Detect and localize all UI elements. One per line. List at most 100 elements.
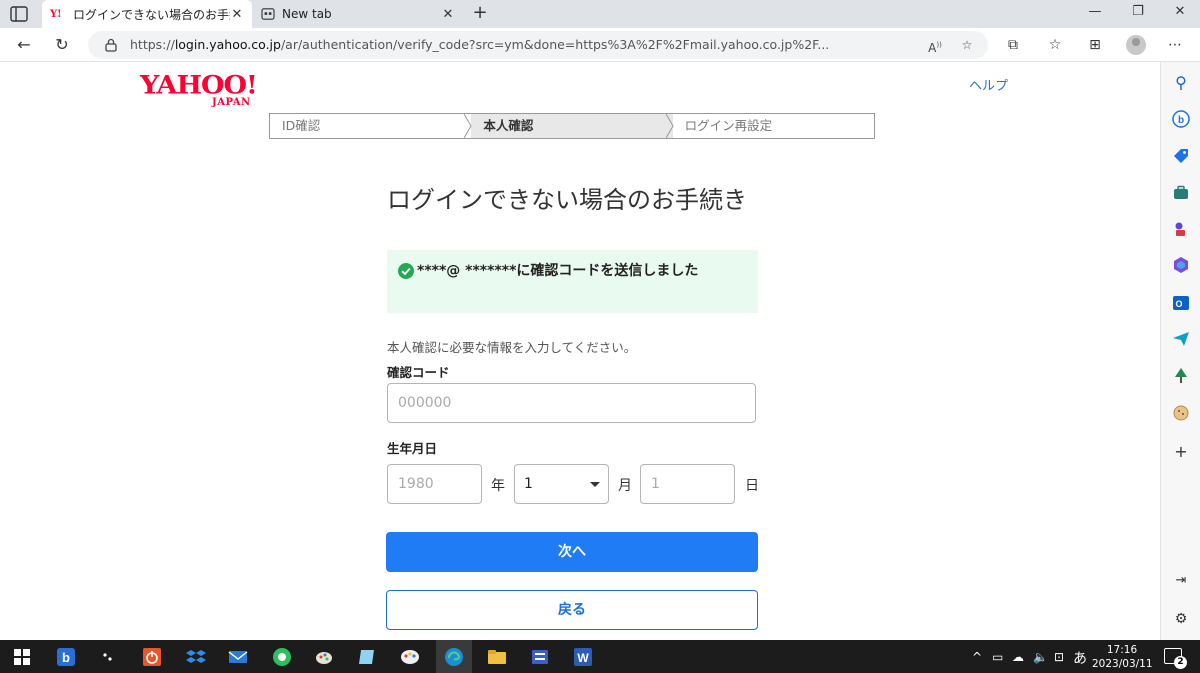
tab-new-tab[interactable]: New tab ✕ [253, 0, 463, 28]
palette-app-icon[interactable] [400, 647, 420, 667]
shopping-tag-icon[interactable] [1172, 147, 1190, 165]
minimize-icon[interactable]: — [1083, 4, 1107, 24]
day-unit: 日 [745, 478, 759, 494]
dropbox-icon[interactable] [186, 647, 206, 667]
tree-icon[interactable] [1172, 367, 1190, 385]
page-title: ログインできない場合のお手続き [387, 186, 747, 214]
windows-start-icon[interactable] [12, 647, 32, 667]
month-value: 1 [524, 476, 533, 492]
app-dots-icon[interactable] [98, 647, 118, 667]
file-explorer-icon[interactable] [487, 647, 507, 667]
games-icon[interactable] [1172, 220, 1190, 238]
page-content: YAHOO! JAPAN ヘルプ ID確認 本人確認 ログイン再設定 ログインで… [0, 62, 1160, 640]
restore-icon[interactable]: ❐ [1126, 4, 1150, 24]
close-tab-icon[interactable]: ✕ [441, 7, 455, 22]
back-icon[interactable]: ← [14, 35, 34, 55]
url-path: /ar/authentication/verify_code?src=ym&do… [280, 37, 830, 52]
new-tab-button[interactable]: + [470, 4, 490, 24]
back-button[interactable]: 戻る [386, 590, 758, 630]
notes-app-icon[interactable] [357, 647, 377, 667]
logo-main-text: YAHOO! [140, 70, 258, 101]
extensions-icon[interactable]: ⧉ [1004, 36, 1022, 54]
next-button[interactable]: 次へ [386, 532, 758, 572]
verification-code-input[interactable]: 000000 [387, 383, 756, 423]
new-tab-page-icon [261, 8, 275, 20]
notification-center-icon[interactable]: 2 [1164, 648, 1187, 669]
clock-date: 2023/03/11 [1092, 658, 1153, 670]
svg-text:b: b [1178, 115, 1184, 126]
tab-yahoo-login[interactable]: Y! ログインできない場合のお手続き - Yahoo! JAPAN ✕ [42, 0, 252, 28]
power-app-icon[interactable] [142, 647, 162, 667]
birth-month-select[interactable]: 1 [514, 464, 609, 504]
close-tab-icon[interactable]: ✕ [230, 7, 244, 22]
close-window-icon[interactable]: ✕ [1168, 4, 1192, 24]
windows-taskbar: b W ^ ▭ ☁ 🔈 ⊡ あ 17:16 2023/03/11 2 [0, 640, 1200, 673]
tools-briefcase-icon[interactable] [1172, 184, 1190, 202]
tab-actions-icon[interactable] [10, 6, 28, 22]
clock-time: 17:16 [1106, 644, 1138, 656]
paint-app-icon[interactable] [314, 647, 334, 667]
tab-bar: Y! ログインできない場合のお手続き - Yahoo! JAPAN ✕ New … [0, 0, 1200, 28]
edge-browser-icon[interactable] [444, 647, 464, 667]
show-hidden-icons-icon[interactable]: ^ [972, 650, 982, 664]
notice-message: ****@ *******に確認コードを送信しました [417, 263, 699, 279]
outlook-icon[interactable]: O [1172, 294, 1190, 312]
step-label: ID確認 [282, 118, 321, 133]
collections-icon[interactable]: ⊞ [1086, 36, 1104, 54]
check-circle-icon [398, 263, 414, 279]
network-icon[interactable]: ⊡ [1054, 650, 1064, 664]
tab-title: ログインできない場合のお手続き - Yahoo! JAPAN [73, 7, 230, 22]
yahoo-japan-logo[interactable]: YAHOO! JAPAN [140, 70, 270, 110]
onedrive-cloud-icon[interactable]: ☁ [1012, 650, 1024, 664]
lock-icon[interactable] [104, 38, 118, 52]
svg-text:W: W [577, 651, 589, 665]
refresh-icon[interactable]: ↻ [52, 35, 72, 55]
birth-year-input[interactable]: 1980 [387, 464, 482, 504]
svg-text:O: O [1175, 299, 1182, 309]
notification-count-badge: 2 [1174, 656, 1187, 669]
ime-indicator[interactable]: あ [1073, 648, 1087, 668]
read-aloud-icon[interactable]: A)) [926, 36, 944, 55]
year-unit: 年 [491, 478, 505, 494]
settings-gear-icon[interactable]: ⚙ [1172, 610, 1190, 628]
yahoo-favicon-icon: Y! [50, 8, 62, 20]
mail-app-icon[interactable] [228, 647, 248, 667]
evernote-icon[interactable] [272, 647, 292, 667]
volume-icon[interactable]: 🔈 [1033, 650, 1048, 664]
svg-text:b: b [62, 650, 70, 665]
favorite-star-icon[interactable]: ☆ [958, 36, 976, 54]
dropdown-arrow-icon [590, 482, 600, 487]
step-login-reset: ログイン再設定 [673, 114, 874, 138]
hide-sidebar-icon[interactable]: ⇥ [1172, 572, 1190, 590]
url-text[interactable]: https://login.yahoo.co.jp/ar/authenticat… [130, 37, 910, 52]
step-label: 本人確認 [483, 118, 534, 133]
bing-chat-icon[interactable]: b [1172, 110, 1190, 128]
step-id-confirm: ID確認 [270, 114, 472, 138]
birth-day-input[interactable]: 1 [640, 464, 735, 504]
step-chevron-icon [665, 114, 674, 138]
taskbar-clock[interactable]: 17:16 2023/03/11 [1092, 643, 1153, 671]
address-bar: ← ↻ https://login.yahoo.co.jp/ar/authent… [0, 28, 1200, 62]
search-icon[interactable]: ⚲ [1172, 74, 1190, 92]
add-icon[interactable]: + [1172, 443, 1190, 461]
more-menu-icon[interactable]: ⋯ [1166, 36, 1184, 54]
code-label: 確認コード [387, 365, 450, 380]
url-field[interactable]: https://login.yahoo.co.jp/ar/authenticat… [88, 31, 988, 59]
bing-app-icon[interactable]: b [56, 647, 76, 667]
month-unit: 月 [618, 478, 632, 494]
favorites-icon[interactable]: ☆ [1046, 36, 1064, 54]
edge-sidebar: ⚲ b O + ⇥ ⚙ [1160, 62, 1200, 640]
url-host: login.yahoo.co.jp [174, 37, 281, 52]
cookie-icon[interactable] [1172, 404, 1190, 422]
word-app-icon[interactable]: W [573, 647, 593, 667]
send-icon[interactable] [1172, 330, 1190, 348]
logo-sub-text: JAPAN [212, 97, 251, 108]
step-chevron-icon [464, 114, 472, 138]
battery-icon[interactable]: ▭ [992, 650, 1003, 664]
birthdate-label: 生年月日 [387, 441, 438, 456]
scanner-app-icon[interactable] [530, 647, 550, 667]
help-link[interactable]: ヘルプ [969, 75, 1008, 94]
microsoft-365-icon[interactable] [1172, 256, 1190, 274]
profile-avatar[interactable] [1126, 35, 1146, 55]
progress-steps: ID確認 本人確認 ログイン再設定 [269, 113, 875, 139]
